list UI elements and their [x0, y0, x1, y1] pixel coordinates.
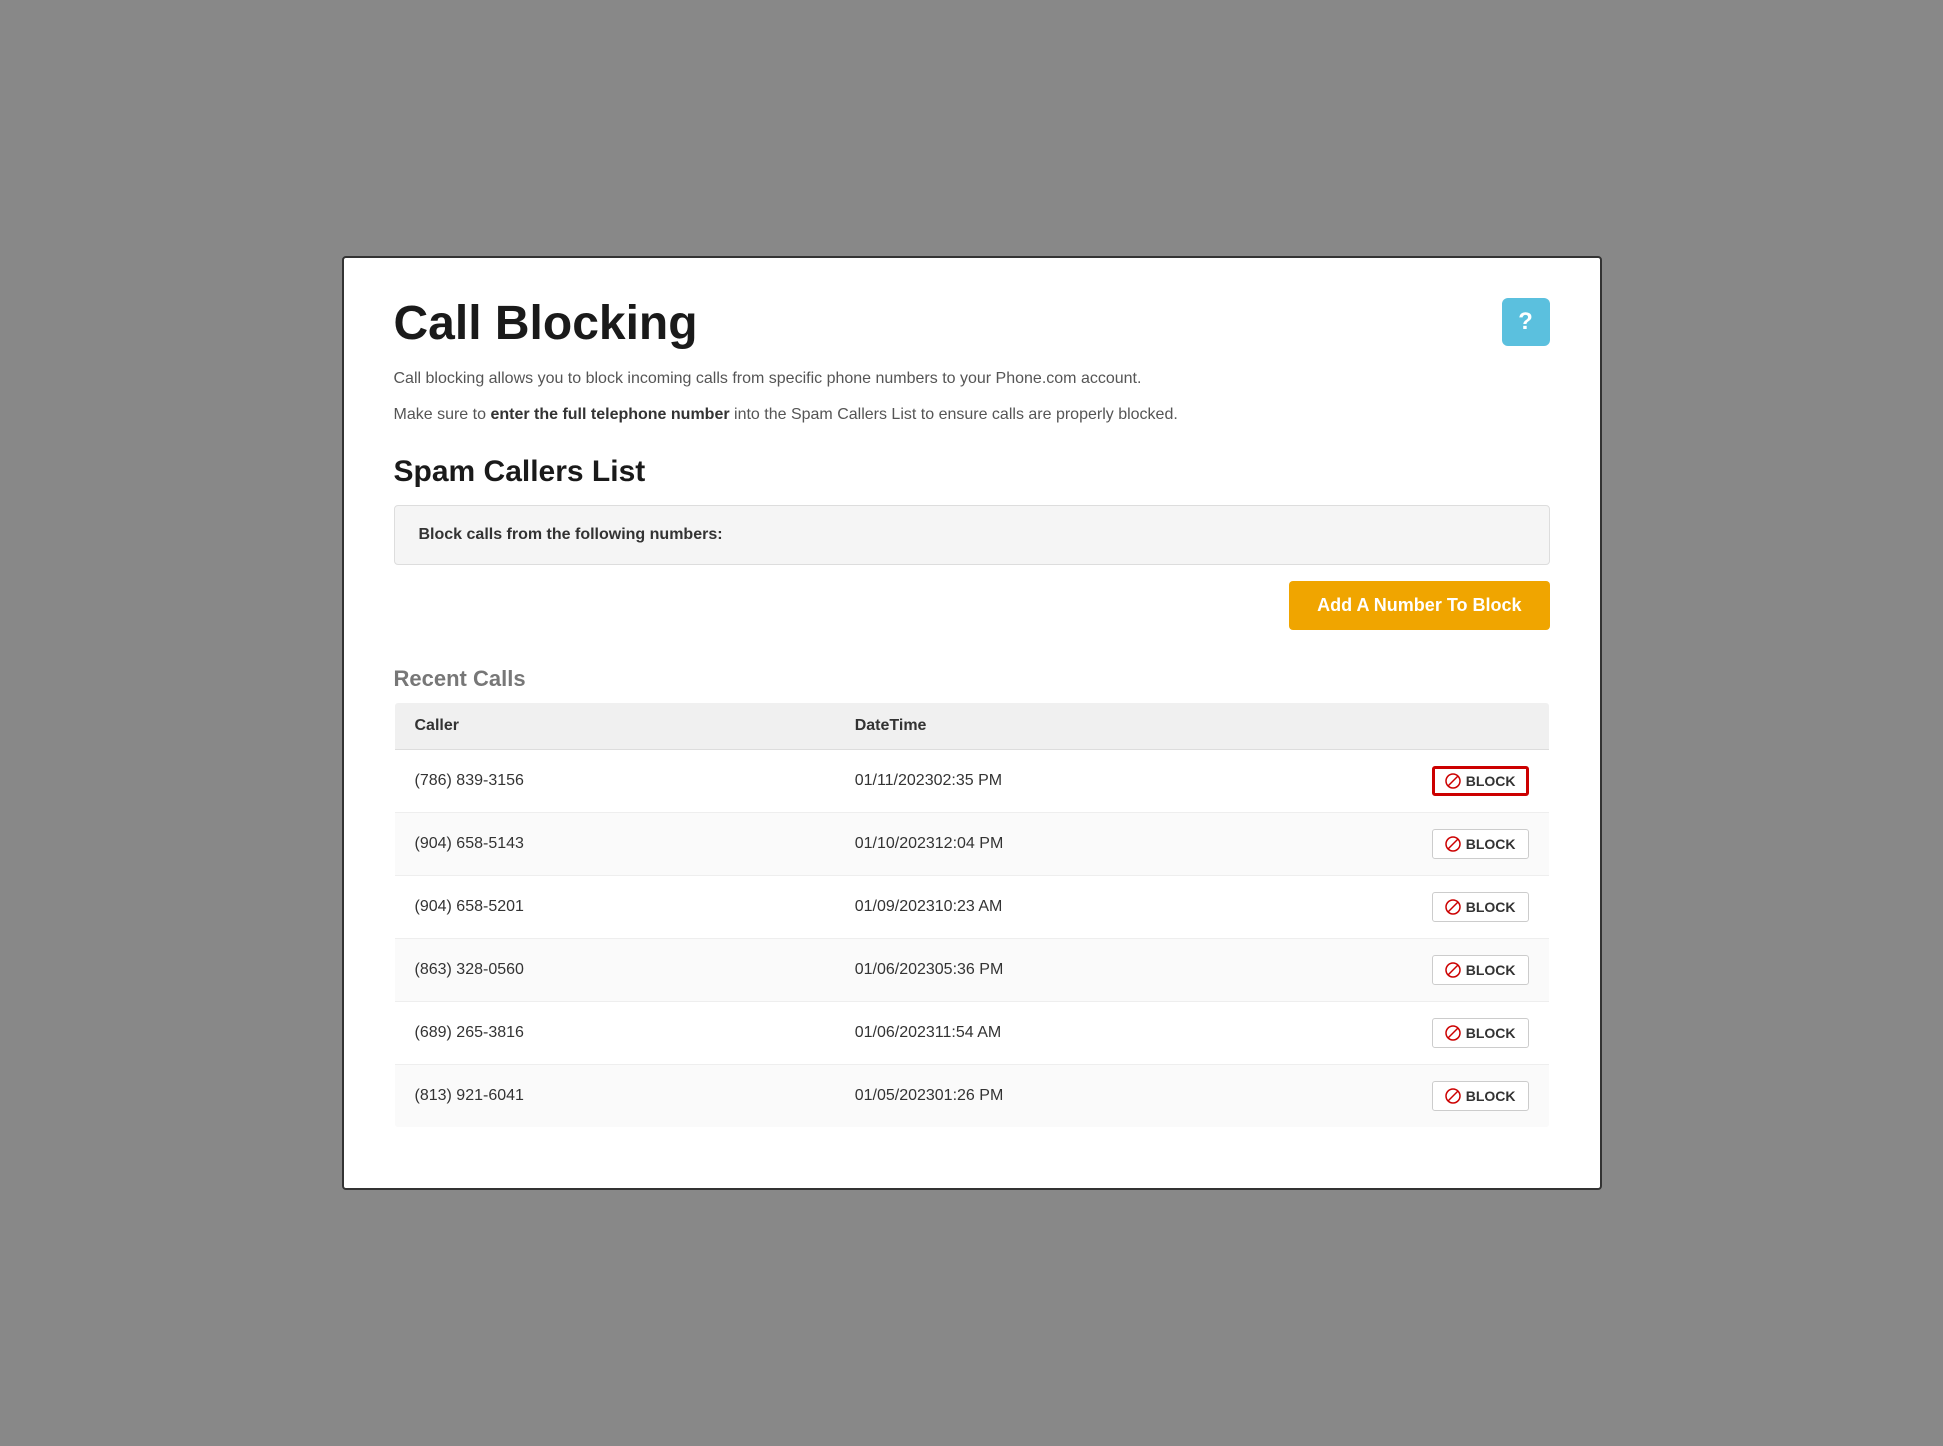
- datetime-cell: 01/10/202312:04 PM: [835, 812, 1389, 875]
- add-button-row: Add A Number To Block: [394, 581, 1550, 630]
- block-icon: [1445, 836, 1461, 852]
- action-cell: BLOCK: [1389, 875, 1549, 938]
- action-cell: BLOCK: [1389, 1064, 1549, 1127]
- block-button-label: BLOCK: [1466, 836, 1516, 852]
- datetime-cell: 01/06/202311:54 AM: [835, 1001, 1389, 1064]
- block-button-label: BLOCK: [1466, 1088, 1516, 1104]
- spam-callers-label: Block calls from the following numbers:: [419, 526, 723, 543]
- description2: Make sure to enter the full telephone nu…: [394, 403, 1550, 427]
- col-header-datetime: DateTime: [835, 702, 1389, 749]
- col-header-caller: Caller: [394, 702, 835, 749]
- caller-cell: (689) 265-3816: [394, 1001, 835, 1064]
- block-icon: [1445, 1025, 1461, 1041]
- add-number-button[interactable]: Add A Number To Block: [1289, 581, 1549, 630]
- caller-cell: (904) 658-5143: [394, 812, 835, 875]
- table-row: (904) 658-514301/10/202312:04 PM BLOCK: [394, 812, 1549, 875]
- action-cell: BLOCK: [1389, 938, 1549, 1001]
- datetime-cell: 01/05/202301:26 PM: [835, 1064, 1389, 1127]
- caller-cell: (786) 839-3156: [394, 749, 835, 812]
- page-container: Call Blocking ? Call blocking allows you…: [342, 256, 1602, 1190]
- description1: Call blocking allows you to block incomi…: [394, 367, 1550, 391]
- datetime-cell: 01/09/202310:23 AM: [835, 875, 1389, 938]
- recent-calls-title: Recent Calls: [394, 666, 1550, 692]
- block-button[interactable]: BLOCK: [1432, 829, 1529, 859]
- block-button[interactable]: BLOCK: [1432, 1018, 1529, 1048]
- block-button-label: BLOCK: [1466, 1025, 1516, 1041]
- header-row: Call Blocking ?: [394, 298, 1550, 351]
- spam-callers-section-title: Spam Callers List: [394, 455, 1550, 489]
- block-button[interactable]: BLOCK: [1432, 766, 1529, 796]
- table-row: (813) 921-604101/05/202301:26 PM BLOCK: [394, 1064, 1549, 1127]
- spam-callers-box: Block calls from the following numbers:: [394, 505, 1550, 565]
- calls-tbody: (786) 839-315601/11/202302:35 PMBLOCK(90…: [394, 749, 1549, 1127]
- block-icon: [1445, 773, 1461, 789]
- action-cell: BLOCK: [1389, 749, 1549, 812]
- action-cell: BLOCK: [1389, 812, 1549, 875]
- block-button-label: BLOCK: [1466, 899, 1516, 915]
- datetime-cell: 01/11/202302:35 PM: [835, 749, 1389, 812]
- datetime-cell: 01/06/202305:36 PM: [835, 938, 1389, 1001]
- caller-cell: (904) 658-5201: [394, 875, 835, 938]
- recent-calls-table: Caller DateTime (786) 839-315601/11/2023…: [394, 702, 1550, 1128]
- block-button[interactable]: BLOCK: [1432, 955, 1529, 985]
- block-button-label: BLOCK: [1466, 773, 1516, 789]
- block-icon: [1445, 899, 1461, 915]
- block-button[interactable]: BLOCK: [1432, 892, 1529, 922]
- col-header-action: [1389, 702, 1549, 749]
- caller-cell: (813) 921-6041: [394, 1064, 835, 1127]
- block-icon: [1445, 962, 1461, 978]
- table-header-row: Caller DateTime: [394, 702, 1549, 749]
- action-cell: BLOCK: [1389, 1001, 1549, 1064]
- caller-cell: (863) 328-0560: [394, 938, 835, 1001]
- table-row: (786) 839-315601/11/202302:35 PM BLOCK: [394, 749, 1549, 812]
- table-row: (904) 658-520101/09/202310:23 AM BLOCK: [394, 875, 1549, 938]
- table-row: (863) 328-056001/06/202305:36 PM BLOCK: [394, 938, 1549, 1001]
- block-button-label: BLOCK: [1466, 962, 1516, 978]
- block-icon: [1445, 1088, 1461, 1104]
- table-row: (689) 265-381601/06/202311:54 AM BLOCK: [394, 1001, 1549, 1064]
- table-header: Caller DateTime: [394, 702, 1549, 749]
- page-title: Call Blocking: [394, 298, 698, 351]
- help-button[interactable]: ?: [1502, 298, 1550, 346]
- description2-bold: enter the full telephone number: [490, 406, 729, 423]
- block-button[interactable]: BLOCK: [1432, 1081, 1529, 1111]
